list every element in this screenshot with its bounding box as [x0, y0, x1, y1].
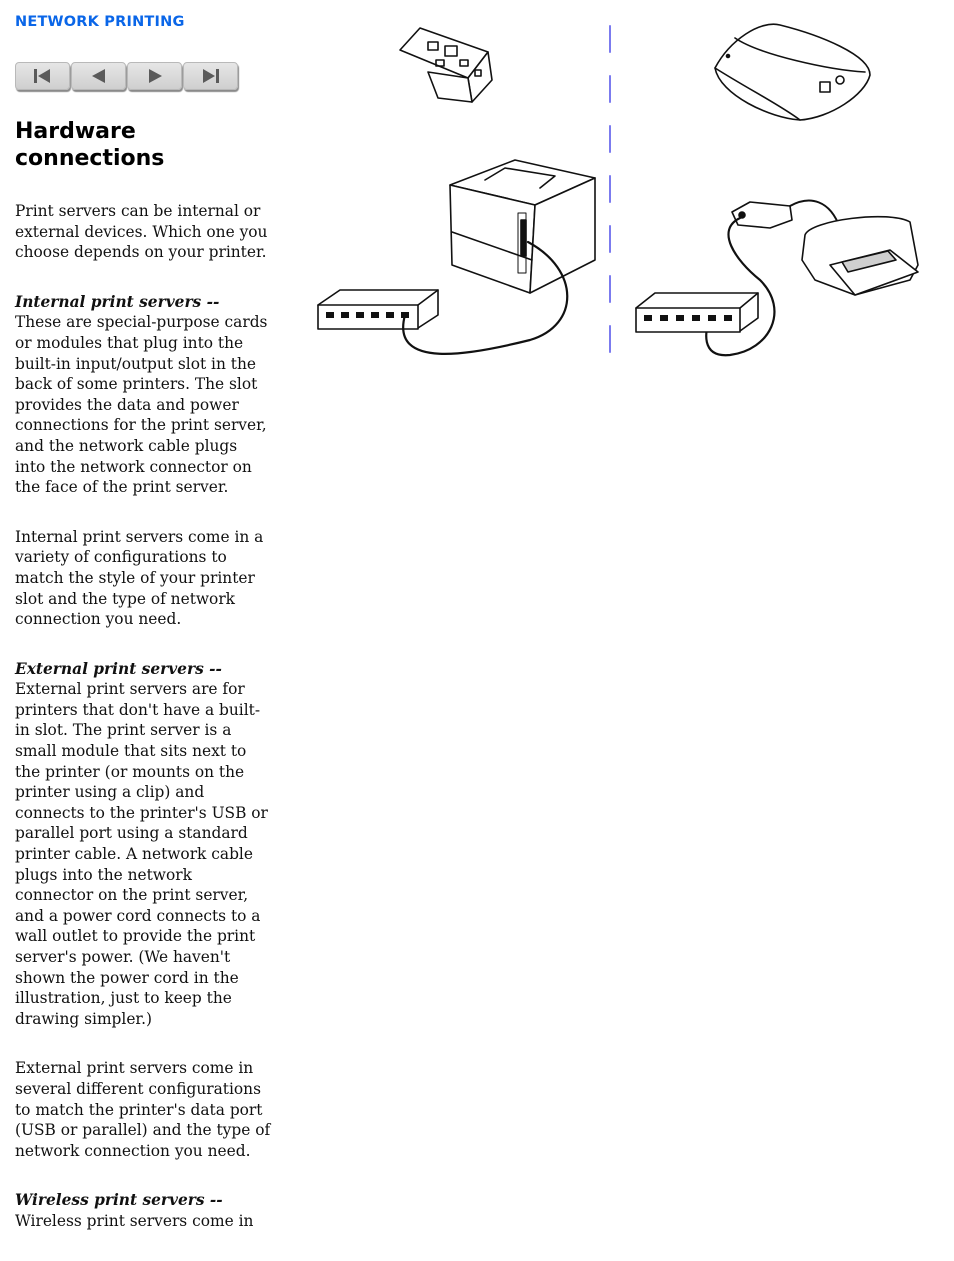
- network-hub-icon: [635, 292, 759, 333]
- previous-icon: [91, 69, 105, 83]
- internal-print-server-card-icon: [399, 27, 493, 103]
- first-icon: [33, 69, 50, 83]
- intro-paragraph: Print servers can be internal or externa…: [15, 202, 268, 262]
- term-internal: Internal print servers --: [15, 292, 220, 311]
- next-icon: [148, 69, 162, 83]
- last-page-button[interactable]: [183, 62, 238, 90]
- laser-printer-icon: [449, 159, 596, 294]
- internal-print-servers-paragraph: Internal print servers -- These are speci…: [15, 292, 271, 498]
- hardware-connections-illustration: [317, 23, 919, 357]
- term-external: External print servers --: [15, 659, 222, 678]
- external-print-server-icon: [714, 23, 871, 121]
- wireless-print-servers-paragraph: Wireless print servers -- Wireless print …: [15, 1190, 271, 1231]
- last-icon: [202, 69, 219, 83]
- network-cable: [705, 216, 776, 357]
- section-title: NETWORK PRINTING: [15, 14, 185, 30]
- external-config-paragraph: External print servers come in several d…: [15, 1059, 271, 1160]
- paragraph-text: These are special-purpose cards or modul…: [15, 313, 268, 497]
- internal-config-paragraph: Internal print servers come in a variety…: [15, 527, 264, 629]
- external-print-server-module-icon: [731, 201, 793, 229]
- external-print-servers-paragraph: External print servers -- External print …: [15, 659, 271, 1030]
- article-body: Print servers can be internal or externa…: [15, 201, 271, 1261]
- term-wireless: Wireless print servers --: [15, 1191, 223, 1210]
- previous-page-button[interactable]: [71, 62, 126, 90]
- paragraph-text: External print servers are for printers …: [15, 680, 268, 1028]
- inkjet-printer-icon: [801, 215, 919, 296]
- first-page-button[interactable]: [15, 62, 70, 90]
- paragraph-text: Wireless print servers come in: [15, 1211, 254, 1230]
- page-navigation: [15, 62, 238, 90]
- network-hub-icon: [317, 289, 439, 330]
- page-title: Hardware connections: [15, 119, 165, 171]
- next-page-button[interactable]: [127, 62, 182, 90]
